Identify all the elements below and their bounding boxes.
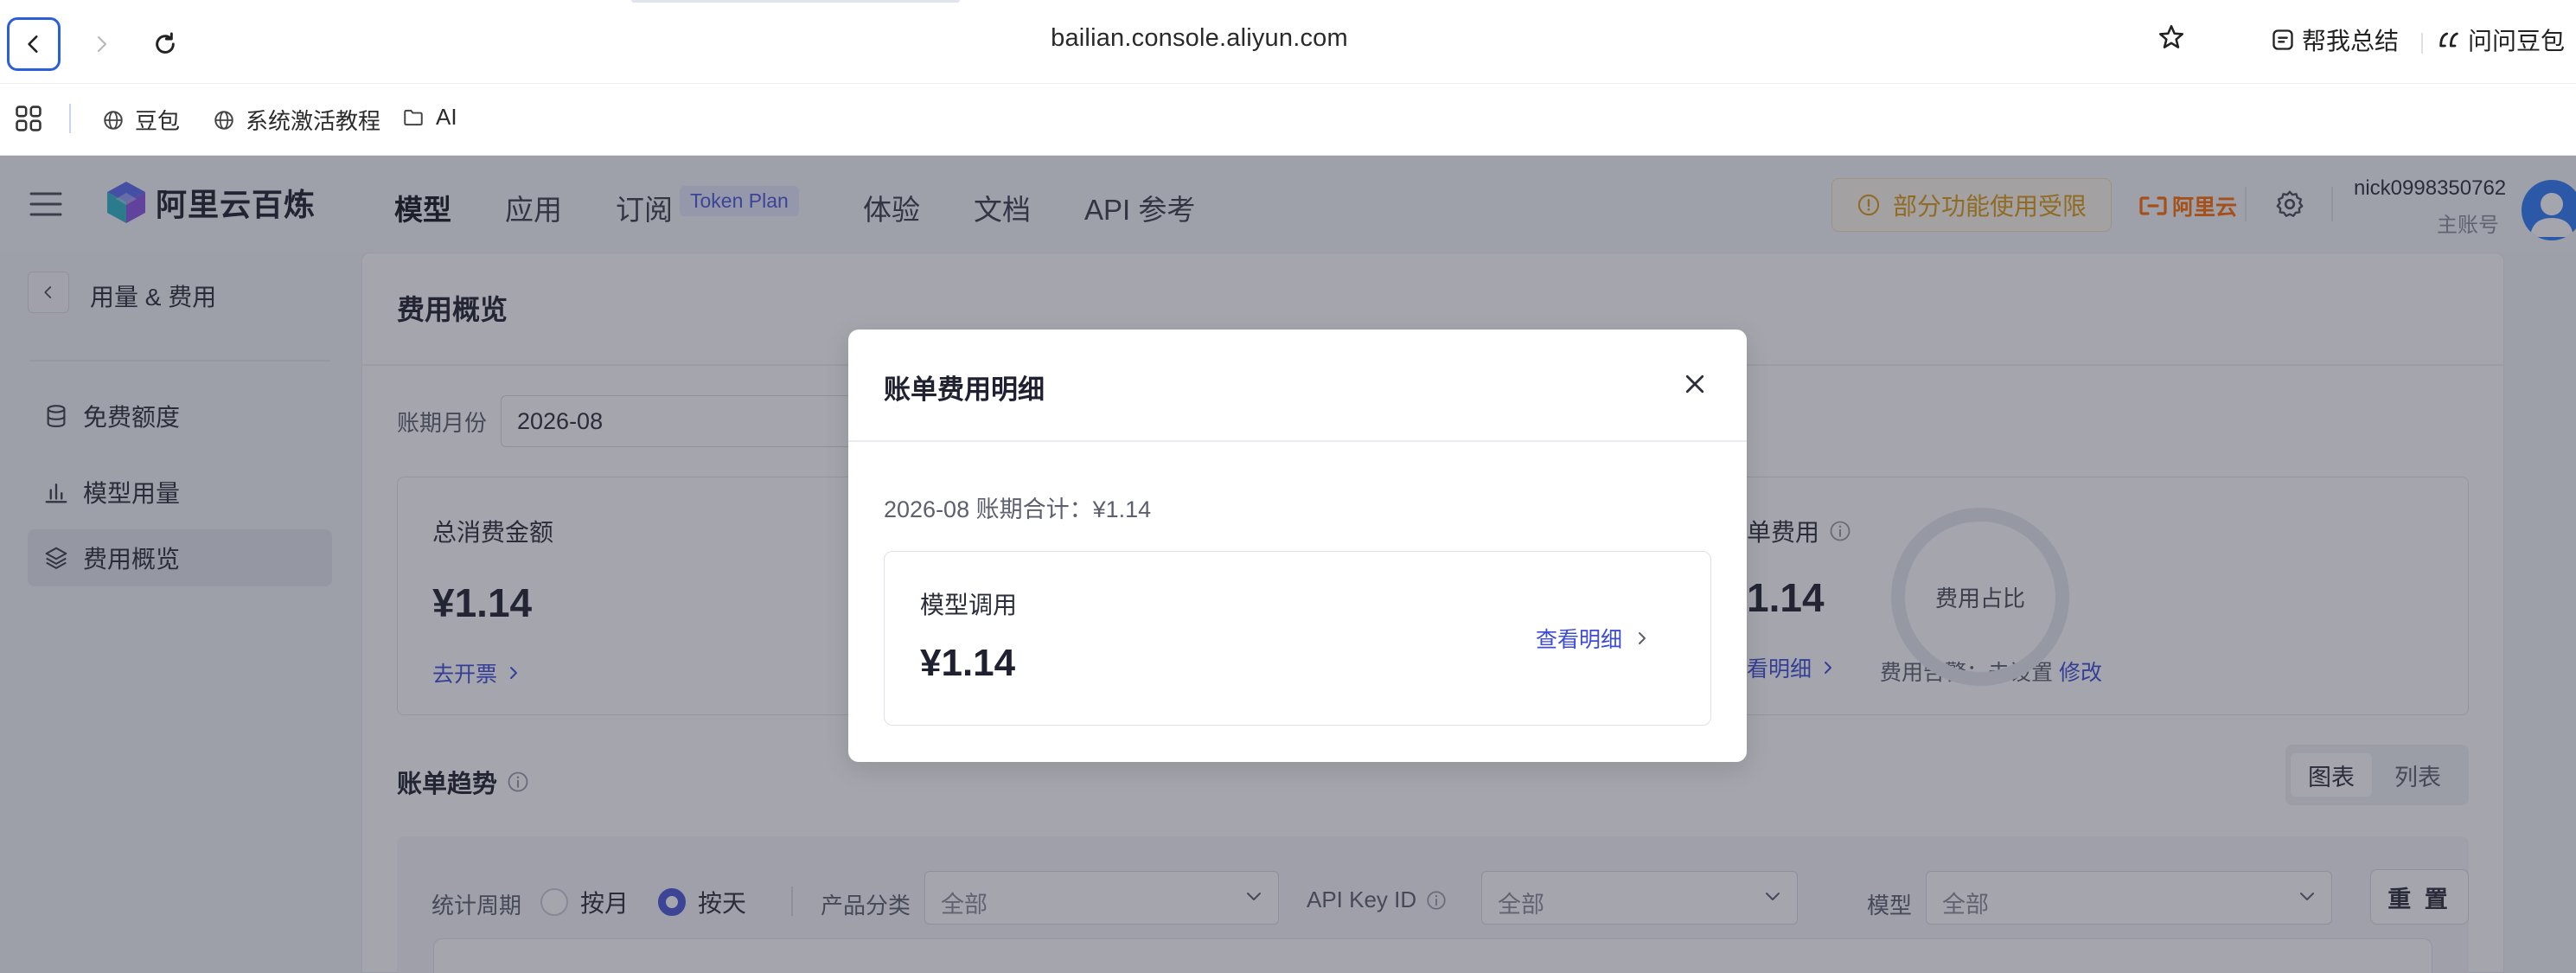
- bookmark-label: AI: [436, 104, 457, 130]
- model-call-label: 模型调用: [920, 592, 1018, 618]
- summarize-button[interactable]: 帮我总结: [2271, 22, 2399, 57]
- view-details-label: 查看明细: [1536, 628, 1623, 652]
- bookmark-label: 豆包: [135, 108, 181, 134]
- bookmark-star-button[interactable]: [2157, 22, 2186, 52]
- modal-close-button[interactable]: [1678, 368, 1711, 400]
- summary-icon: [2272, 29, 2293, 50]
- ask-doubao-button[interactable]: 问问豆包: [2437, 22, 2565, 57]
- folder-icon: [404, 109, 423, 125]
- model-call-cost-card: 模型调用 ¥1.14 查看明细: [884, 551, 1711, 726]
- ask-doubao-label: 问问豆包: [2468, 28, 2566, 54]
- bookmark-folder-ai[interactable]: AI: [401, 104, 457, 131]
- address-bar[interactable]: bailian.console.aliyun.com: [0, 24, 2399, 53]
- bookmarks-divider: [69, 104, 71, 133]
- toolbar-divider: [2421, 33, 2423, 54]
- bill-detail-modal: 账单费用明细 2026-08 账期合计：¥1.14 模型调用 ¥1.14 查看明…: [848, 330, 1747, 762]
- bookmarks-bar: 豆包 系统激活教程 AI: [0, 85, 2576, 156]
- browser-toolbar: bailian.console.aliyun.com 帮我总结 问问豆包: [0, 0, 2576, 84]
- star-icon: [2158, 24, 2184, 48]
- summarize-label: 帮我总结: [2302, 28, 2400, 54]
- bookmark-label: 系统激活教程: [246, 108, 381, 134]
- tab-indicator: [631, 0, 960, 3]
- period-total: 2026-08 账期合计：¥1.14: [884, 496, 1152, 522]
- apps-grid-icon: [16, 106, 42, 131]
- quote-icon: [2439, 32, 2458, 48]
- bookmark-activation-tutorial[interactable]: 系统激活教程: [213, 104, 380, 136]
- model-call-amount: ¥1.14: [920, 642, 1016, 684]
- chevron-right-icon: [1639, 632, 1646, 644]
- modal-divider: [848, 440, 1747, 442]
- globe-icon: [214, 110, 233, 130]
- bookmark-doubao[interactable]: 豆包: [102, 104, 180, 136]
- close-icon: [1685, 374, 1704, 394]
- view-details-link[interactable]: 查看明细: [1536, 623, 1648, 654]
- apps-button[interactable]: [14, 104, 43, 138]
- globe-icon: [104, 110, 123, 130]
- modal-title: 账单费用明细: [884, 374, 1045, 405]
